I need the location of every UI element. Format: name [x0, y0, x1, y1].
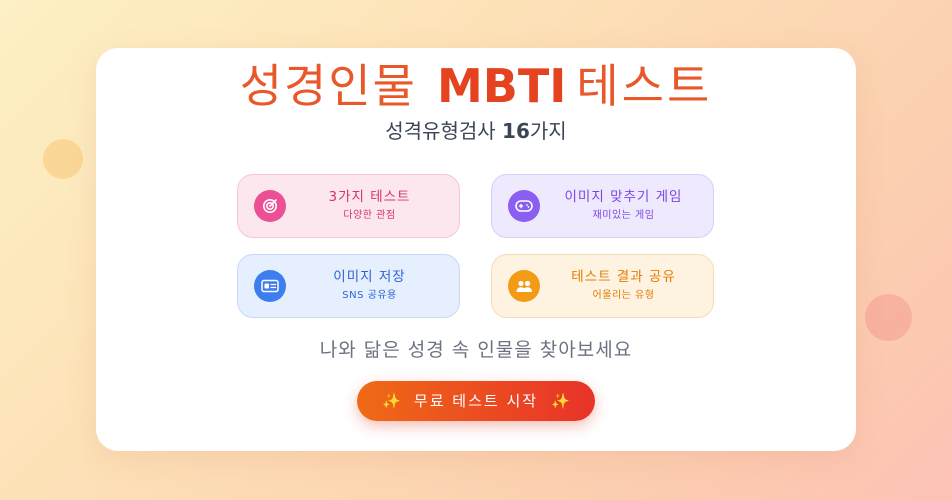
feature-card-tests: 3가지 테스트 다양한 관점 — [237, 174, 460, 238]
main-card: 성경인물 MBTI테스트 성격유형검사 16가지 3가지 테스트 다양한 관점 — [96, 48, 856, 451]
feature-text: 이미지 저장 SNS 공유용 — [288, 268, 451, 303]
page-subtitle: 성격유형검사 16가지 — [96, 118, 856, 144]
title-part-1: 성경인물 — [239, 59, 417, 113]
feature-title: 3가지 테스트 — [328, 189, 411, 205]
feature-subtitle: 다양한 관점 — [343, 210, 396, 221]
title-part-3: 테스트 — [576, 59, 713, 113]
subtitle-suffix: 가지 — [529, 119, 567, 143]
tagline: 나와 닮은 성경 속 인물을 찾아보세요 — [319, 339, 633, 361]
start-test-label: 무료 테스트 시작 — [413, 392, 539, 410]
feature-text: 이미지 맞추기 게임 재미있는 게임 — [542, 188, 705, 223]
target-icon — [254, 190, 286, 222]
subtitle-prefix: 성격유형검사 — [385, 119, 503, 143]
feature-subtitle: 어울리는 유형 — [592, 290, 655, 301]
decorative-circle-left — [43, 139, 83, 179]
page-title: 성경인물 MBTI 테스트 — [96, 60, 856, 112]
feature-text: 테스트 결과 공유 어울리는 유형 — [542, 268, 705, 303]
feature-card-image-game: 이미지 맞추기 게임 재미있는 게임 — [491, 174, 714, 238]
feature-card-image-save: 이미지 저장 SNS 공유용 — [237, 254, 460, 318]
users-icon — [508, 270, 540, 302]
feature-subtitle: 재미있는 게임 — [592, 210, 655, 221]
sparkle-icon: ✨ — [551, 392, 570, 410]
title-part-2: MBTI — [436, 59, 567, 113]
gamepad-icon — [508, 190, 540, 222]
subtitle-count: 16 — [502, 119, 530, 143]
start-test-button[interactable]: ✨ 무료 테스트 시작 ✨ — [357, 381, 595, 421]
decorative-circle-right — [865, 294, 912, 341]
feature-title: 이미지 저장 — [333, 269, 406, 285]
id-card-icon — [254, 270, 286, 302]
feature-title: 이미지 맞추기 게임 — [564, 189, 683, 205]
feature-text: 3가지 테스트 다양한 관점 — [288, 188, 451, 223]
feature-subtitle: SNS 공유용 — [342, 290, 397, 301]
sparkle-icon: ✨ — [382, 392, 401, 410]
feature-card-result-share: 테스트 결과 공유 어울리는 유형 — [491, 254, 714, 318]
feature-title: 테스트 결과 공유 — [571, 269, 676, 285]
